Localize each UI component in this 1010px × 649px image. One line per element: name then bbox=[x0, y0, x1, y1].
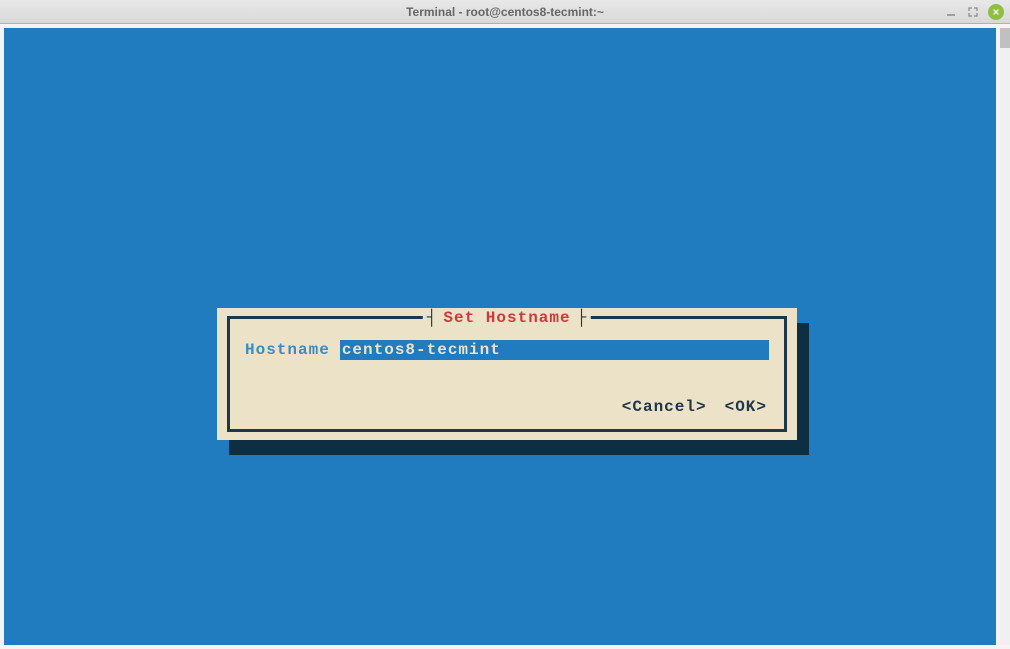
titlebar[interactable]: Terminal - root@centos8-tecmint:~ bbox=[0, 0, 1010, 24]
window-controls bbox=[944, 4, 1004, 20]
terminal-screen[interactable]: ┤ Set Hostname ├ Hostname centos8-tecmin… bbox=[4, 28, 996, 645]
scrollbar[interactable] bbox=[1000, 28, 1010, 645]
cancel-button[interactable]: <Cancel> bbox=[622, 398, 707, 416]
angle-left-icon: < bbox=[725, 398, 736, 416]
maximize-button[interactable] bbox=[966, 5, 980, 19]
scrollbar-thumb[interactable] bbox=[1000, 28, 1010, 48]
dialog-title-wrap: ┤ Set Hostname ├ bbox=[423, 309, 591, 327]
hostname-label: Hostname bbox=[245, 341, 330, 359]
title-bracket-right: ├ bbox=[577, 309, 588, 327]
ok-button[interactable]: <OK> bbox=[725, 398, 767, 416]
angle-right-icon: > bbox=[756, 398, 767, 416]
text-cursor bbox=[501, 340, 511, 362]
hostname-field-row: Hostname centos8-tecmint bbox=[245, 340, 769, 360]
window-title: Terminal - root@centos8-tecmint:~ bbox=[406, 5, 604, 19]
title-bracket-left: ┤ bbox=[427, 309, 438, 327]
ok-label: OK bbox=[735, 398, 756, 416]
terminal-window: Terminal - root@centos8-tecmint:~ bbox=[0, 0, 1010, 649]
terminal-container: ┤ Set Hostname ├ Hostname centos8-tecmin… bbox=[0, 24, 1010, 649]
angle-left-icon: < bbox=[622, 398, 633, 416]
hostname-input[interactable]: centos8-tecmint bbox=[340, 340, 769, 360]
dialog-title: Set Hostname bbox=[437, 309, 576, 327]
angle-right-icon: > bbox=[696, 398, 707, 416]
close-button[interactable] bbox=[988, 4, 1004, 20]
button-row: <Cancel> <OK> bbox=[622, 398, 767, 416]
hostname-dialog: ┤ Set Hostname ├ Hostname centos8-tecmin… bbox=[217, 308, 797, 440]
minimize-button[interactable] bbox=[944, 5, 958, 19]
hostname-value: centos8-tecmint bbox=[342, 341, 501, 359]
dialog-content: Hostname centos8-tecmint bbox=[245, 340, 769, 360]
cancel-label: Cancel bbox=[632, 398, 696, 416]
